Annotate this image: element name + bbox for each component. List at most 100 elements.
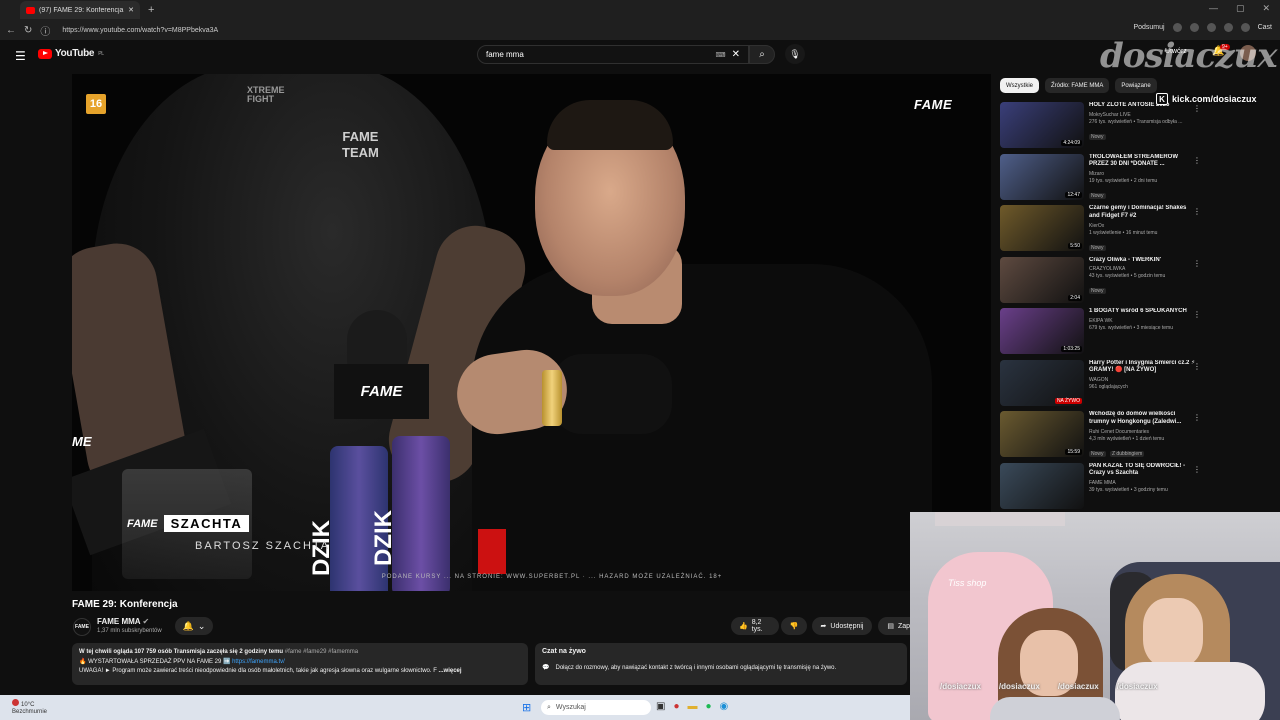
file-explorer-icon[interactable]: ▬ [688,701,698,712]
lower-third-subtitle: BARTOSZ SZACHTA [195,540,331,552]
back-icon[interactable]: ← [6,25,16,36]
streamer-watermark: dosiaczux [1100,36,1278,76]
windows-start-icon[interactable]: ⊞ [522,701,531,714]
video-description[interactable]: W tej chwili ogląda 107 759 osób Transmi… [72,643,528,685]
save-icon: ▤ [887,623,894,630]
more-options-icon[interactable]: ⋮ [1193,310,1201,319]
video-title[interactable]: Wchodzę do domów wielkości trumny w Hong… [1089,411,1197,427]
recommended-video[interactable]: 15:59 Wchodzę do domów wielkości trumny w… [1000,411,1205,463]
video-title[interactable]: TROLOWAŁEM STREAMERÓW PRZEZ 30 DNI *DONA… [1089,154,1197,170]
summarize-button[interactable]: Podsumuj [1133,24,1164,31]
channel-name[interactable]: Ruhi Cenet Documentaries [1089,429,1197,435]
more-options-icon[interactable]: ⋮ [1193,465,1201,474]
more-options-icon[interactable]: ⋮ [1193,207,1201,216]
video-thumbnail[interactable] [1000,462,1084,509]
video-meta: 961 oglądających [1089,384,1128,391]
profile-icon[interactable] [1240,23,1250,32]
video-duration: 15:59 [1065,449,1082,455]
recommended-video[interactable]: 2:04 Crazy Oliwka - TWERKIN' CRAZYOLIWKA 43… [1000,256,1205,309]
subscription-bell-button[interactable]: 🔔 ⌄ [175,617,213,635]
extension-icon[interactable] [1189,23,1199,32]
like-button[interactable]: 👍 8,2 tys. [731,617,779,635]
video-title[interactable]: 1 BOGATY wśród 6 SPŁUKANYCH [1089,308,1197,316]
background-sign: XTREME FIGHT [247,85,285,104]
video-title[interactable]: PAN KAZAŁ TO SIĘ ODWRÓCIŁ! - Crazy vs Sz… [1089,463,1197,479]
clear-search-icon[interactable]: ✕ [732,49,740,60]
video-title[interactable]: Crazy Oliwka - TWERKIN' [1089,257,1197,265]
more-options-icon[interactable]: ⋮ [1193,362,1201,371]
voice-search-button[interactable]: 🎙 [785,44,805,64]
youtube-logo-text: YouTube [55,48,95,59]
menu-icon[interactable]: ☰ [15,49,26,63]
video-title[interactable]: Harry Potter i Insygnia Śmierci cz.2 ⚡ G… [1089,360,1197,376]
channel-name[interactable]: KierOx [1089,223,1197,229]
more-options-icon[interactable]: ⋮ [1193,259,1201,268]
new-tab-button[interactable]: + [148,4,154,16]
channel-name[interactable]: FAME MMA [1089,480,1197,486]
channel-name[interactable]: FAME MMA ✔ [97,617,149,626]
minimize-icon[interactable]: — [1209,3,1218,14]
speaker-sleeve [552,354,672,434]
recommended-video[interactable]: 4:24:09 HOLY ZLOTE ANTOSIE 2025 MokrySucha… [1000,102,1205,154]
more-options-icon[interactable]: ⋮ [1193,413,1201,422]
microphone-icon: 🎙 [789,48,801,59]
dislike-button[interactable]: 👎 [781,617,807,635]
logo-region: PL [98,50,104,57]
youtube-logo[interactable]: YouTube PL [38,48,104,59]
browser-tab[interactable]: (97) FAME 29: Konferencja - Y ✕ [20,1,140,19]
hashtags[interactable]: #fame #fame29 #famemma [285,649,358,655]
reload-icon[interactable]: ↻ [24,25,32,36]
video-thumbnail[interactable]: 5:50 [1000,205,1084,251]
weather-widget[interactable]: 10°C Bezchmurnie [12,699,47,716]
channel-name[interactable]: MokrySuchar LIVE [1089,112,1197,118]
search-input[interactable]: fame mma ⌨ ✕ [477,45,749,64]
recommended-video[interactable]: 1:03:25 1 BOGATY wśród 6 SPŁUKANYCH EKIPA … [1000,308,1205,360]
kick-url: kick.com/dosiaczux [1172,94,1257,104]
extension-icon[interactable] [1172,23,1182,32]
recommended-video[interactable]: NA ŻYWO Harry Potter i Insygnia Śmierci c… [1000,359,1205,412]
video-thumbnail[interactable]: 2:04 [1000,256,1084,303]
address-bar: ← ↻ ⓘ https://www.youtube.com/watch?v=M8… [0,20,1280,40]
channel-name[interactable]: WAGON [1089,377,1197,383]
channel-avatar[interactable]: FAME [73,618,91,636]
task-view-icon[interactable]: ▣ [656,701,665,712]
search-button[interactable]: ⌕ [749,45,775,64]
recommended-video[interactable]: PAN KAZAŁ TO SIĘ ODWRÓCIŁ! - Crazy vs Sz… [1000,462,1205,515]
more-options-icon[interactable]: ⋮ [1193,156,1201,165]
share-button[interactable]: ➦ Udostępnij [812,617,872,635]
video-duration: 5:50 [1068,243,1082,249]
keyboard-icon[interactable]: ⌨ [716,51,726,59]
maximize-icon[interactable]: ▢ [1236,3,1245,14]
cast-button[interactable]: Cast [1258,24,1272,31]
chip-source-channel[interactable]: Źródło: FAME MMA [1045,78,1110,93]
more-options-icon[interactable]: ⋮ [1193,104,1201,113]
edge-icon[interactable]: ◉ [720,701,729,712]
app-icon[interactable]: ● [673,701,679,712]
close-tab-icon[interactable]: ✕ [128,6,134,14]
url-field[interactable]: https://www.youtube.com/watch?v=M8PPbekv… [62,27,218,34]
video-thumbnail[interactable]: 15:59 [1000,411,1084,457]
video-thumbnail[interactable]: NA ŻYWO [1000,359,1084,406]
site-info-icon[interactable]: ⓘ [40,23,50,38]
channel-name[interactable]: EKIPA WK [1089,318,1197,324]
video-player[interactable]: XTREME FIGHT FAME TEAM FAME DZIK DZIK ME … [72,74,991,591]
spotify-icon[interactable]: ● [706,701,712,712]
video-meta: 276 tys. wyświetleń • Transmisja odbyła … [1089,118,1183,125]
video-thumbnail[interactable]: 4:24:09 [1000,102,1084,148]
bookmark-icon[interactable] [1206,23,1216,32]
chip-all[interactable]: Wszystkie [1000,78,1039,93]
chip-related[interactable]: Powiązane [1115,78,1157,93]
ppv-link[interactable]: https://famemma.tv/ [232,659,285,665]
channel-name[interactable]: CRAZYOLIWKA [1089,266,1197,272]
close-window-icon[interactable]: ✕ [1262,3,1270,14]
video-title[interactable]: Czarne gemy i Dominacja! Shakes and Fidg… [1089,205,1197,221]
video-thumbnail[interactable]: 1:03:25 [1000,308,1084,354]
taskbar-search[interactable]: ⌕ Wyszukaj [541,700,651,715]
channel-name[interactable]: Mizaro [1089,171,1197,177]
recommended-video[interactable]: 12:47 TROLOWAŁEM STREAMERÓW PRZEZ 30 DNI … [1000,153,1205,206]
mic-flag: FAME [334,364,429,419]
recommended-video[interactable]: 5:50 Czarne gemy i Dominacja! Shakes and … [1000,205,1205,257]
video-thumbnail[interactable]: 12:47 [1000,153,1084,200]
show-more-link[interactable]: ...więcej [439,668,462,674]
extension-icon[interactable] [1223,23,1233,32]
